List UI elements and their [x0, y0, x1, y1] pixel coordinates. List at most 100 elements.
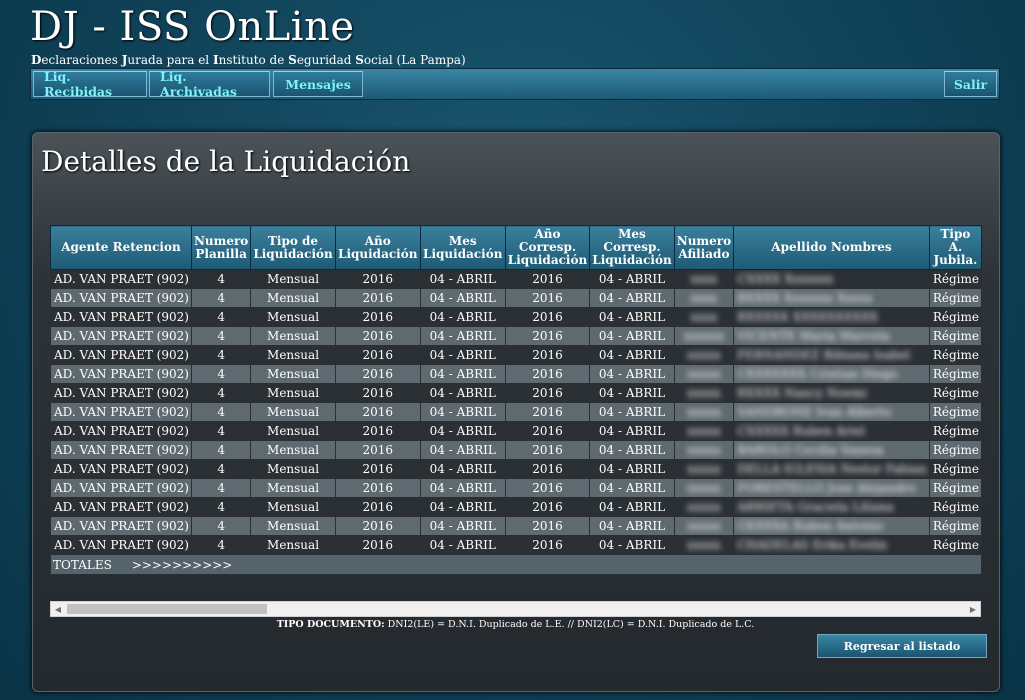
table-cell: 04 - ABRIL [419, 402, 506, 422]
table-cell: xxxxx [673, 383, 735, 403]
column-header: Numero Afiliado [673, 225, 735, 270]
table-cell: AD. VAN PRAET (902) [50, 364, 192, 384]
redacted-value: xxxxx [686, 424, 721, 438]
nav-liq-recibidas-button[interactable]: Liq. Recibidas [33, 69, 147, 99]
table-cell: Régime [928, 383, 982, 403]
table-cell: 04 - ABRIL [419, 307, 506, 327]
table-cell: Mensual [250, 269, 336, 289]
table-cell: Mensual [250, 326, 336, 346]
table-row[interactable]: AD. VAN PRAET (902) 4 Mensual 2016 04 - ABRI… [50, 307, 982, 327]
redacted-value: BXXXX Xxxxxxx Xxxxx [737, 291, 873, 305]
liquidation-table: Agente Retencion Numero Planilla Tipo de L… [50, 225, 982, 575]
redacted-value: xxxxx [686, 481, 721, 495]
table-cell: 2016 [334, 402, 421, 422]
table-cell: 04 - ABRIL [589, 364, 675, 384]
redacted-value: xxxx [690, 310, 718, 324]
table-cell: xxxxx [673, 421, 735, 441]
table-cell: AD. VAN PRAET (902) [50, 383, 192, 403]
table-cell: 2016 [504, 440, 591, 460]
table-cell: Mensual [250, 459, 336, 479]
table-cell: AD. VAN PRAET (902) [50, 516, 192, 536]
table-row[interactable]: AD. VAN PRAET (902) 4 Mensual 2016 04 - ABRI… [50, 269, 982, 289]
table-row[interactable]: AD. VAN PRAET (902) 4 Mensual 2016 04 - ABRI… [50, 364, 982, 384]
table-cell: 2016 [504, 364, 591, 384]
table-cell: Régime [928, 497, 982, 517]
nav-mensajes-button[interactable]: Mensajes [273, 71, 363, 97]
table-cell: xxxxx [673, 364, 735, 384]
table-cell: Mensual [250, 383, 336, 403]
column-header: Apellido Nombres [733, 225, 930, 270]
table-cell: AD. VAN PRAET (902) [50, 535, 192, 555]
table-cell: Régime [928, 440, 982, 460]
column-header: Año Corresp. Liquidación [504, 225, 591, 270]
table-row[interactable]: AD. VAN PRAET (902) 4 Mensual 2016 04 - ABRI… [50, 497, 982, 517]
scroll-left-icon[interactable]: ◀ [51, 602, 65, 616]
table-row[interactable]: AD. VAN PRAET (902) 4 Mensual 2016 04 - ABRI… [50, 516, 982, 536]
redacted-value: ARRIETA Graciela Liliana [737, 500, 894, 514]
table-row[interactable]: AD. VAN PRAET (902) 4 Mensual 2016 04 - ABRI… [50, 288, 982, 308]
table-row[interactable]: AD. VAN PRAET (902) 4 Mensual 2016 04 - ABRI… [50, 440, 982, 460]
scrollbar-thumb[interactable] [67, 604, 267, 614]
horizontal-scrollbar[interactable]: ◀ ▶ [50, 601, 981, 617]
table-cell: Régime [928, 326, 982, 346]
table-row[interactable]: AD. VAN PRAET (902) 4 Mensual 2016 04 - ABRI… [50, 383, 982, 403]
table-cell: xxxxx [673, 478, 735, 498]
table-cell: 04 - ABRIL [589, 497, 675, 517]
scroll-right-icon[interactable]: ▶ [966, 602, 980, 616]
nav-liq-archivadas-button[interactable]: Liq. Archivadas [149, 69, 270, 99]
redacted-value: xxxxx [686, 386, 721, 400]
table-cell: GXXXXA Ruben Antonio [733, 516, 930, 536]
table-cell: 04 - ABRIL [589, 516, 675, 536]
table-cell: 4 [190, 421, 252, 441]
table-cell: Mensual [250, 345, 336, 365]
table-cell: Mensual [250, 421, 336, 441]
table-cell: AD. VAN PRAET (902) [50, 421, 192, 441]
nav-salir-button[interactable]: Salir [944, 71, 997, 97]
table-row[interactable]: AD. VAN PRAET (902) 4 Mensual 2016 04 - ABRI… [50, 326, 982, 346]
table-cell: 4 [190, 459, 252, 479]
table-cell: 2016 [334, 307, 421, 327]
redacted-value: xxxxx [686, 538, 721, 552]
table-cell: 4 [190, 440, 252, 460]
redacted-value: SANDRONE Ivan Alberto [737, 405, 892, 419]
table-cell: 04 - ABRIL [419, 383, 506, 403]
column-header: Mes Liquidación [419, 225, 506, 270]
table-cell: 04 - ABRIL [589, 440, 675, 460]
redacted-value: xxxxx [686, 348, 721, 362]
back-to-list-button[interactable]: Regresar al listado [817, 634, 987, 658]
redacted-value: xxxxx [686, 405, 721, 419]
table-cell: 04 - ABRIL [419, 459, 506, 479]
table-cell: 2016 [504, 307, 591, 327]
table-cell: 4 [190, 326, 252, 346]
table-row[interactable]: AD. VAN PRAET (902) 4 Mensual 2016 04 - ABRI… [50, 478, 982, 498]
table-row[interactable]: AD. VAN PRAET (902) 4 Mensual 2016 04 - ABRI… [50, 402, 982, 422]
table-cell: 2016 [334, 440, 421, 460]
table-cell: 4 [190, 269, 252, 289]
table-cell: 2016 [504, 402, 591, 422]
table-row[interactable]: AD. VAN PRAET (902) 4 Mensual 2016 04 - ABRI… [50, 421, 982, 441]
table-cell: VICENTE Maria Marcela [733, 326, 930, 346]
totals-cell: TOTALES >>>>>>>>>> [50, 554, 982, 575]
legend-text: DNI2(LE) = D.N.I. Duplicado de L.E. // D… [387, 619, 755, 630]
table-cell: 04 - ABRIL [419, 345, 506, 365]
table-cell: Mensual [250, 535, 336, 555]
table-cell: 4 [190, 307, 252, 327]
table-cell: 4 [190, 383, 252, 403]
table-cell: 04 - ABRIL [589, 421, 675, 441]
table-cell: Régime [928, 459, 982, 479]
table-row[interactable]: AD. VAN PRAET (902) 4 Mensual 2016 04 - ABRI… [50, 459, 982, 479]
document-type-legend: TIPO DOCUMENTO: DNI2(LE) = D.N.I. Duplic… [50, 619, 981, 630]
table-cell: 04 - ABRIL [419, 516, 506, 536]
column-header: Año Liquidación [334, 225, 421, 270]
app-title: DJ - ISS OnLine [30, 4, 355, 50]
table-cell: 4 [190, 535, 252, 555]
table-cell: 04 - ABRIL [589, 535, 675, 555]
subtitle-part: urada para el [127, 53, 213, 67]
table-row[interactable]: AD. VAN PRAET (902) 4 Mensual 2016 04 - ABRI… [50, 535, 982, 555]
table-cell: xxxxx [673, 535, 735, 555]
table-cell: 2016 [504, 459, 591, 479]
table-cell: Régime [928, 402, 982, 422]
table-row[interactable]: AD. VAN PRAET (902) 4 Mensual 2016 04 - ABRI… [50, 345, 982, 365]
subtitle-part: eguridad [296, 53, 356, 67]
column-header: Mes Corresp. Liquidación [589, 225, 675, 270]
